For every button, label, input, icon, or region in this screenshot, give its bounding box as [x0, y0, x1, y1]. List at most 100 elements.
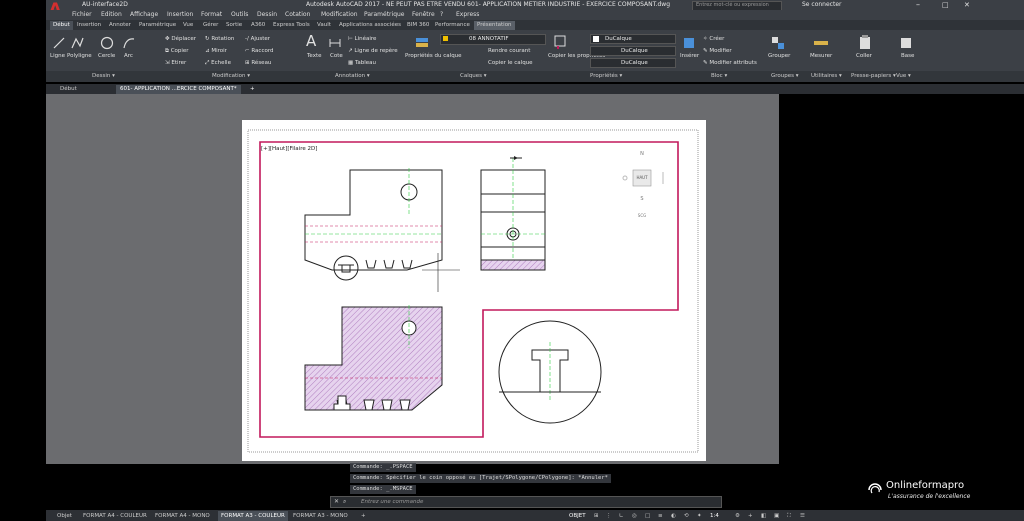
- tab-vault[interactable]: Vault: [314, 21, 334, 30]
- move-button[interactable]: ✥ Déplacer: [165, 36, 196, 42]
- cercle-button[interactable]: Cercle: [98, 53, 115, 59]
- color-dropdown[interactable]: DuCalque: [590, 34, 676, 44]
- menu-item[interactable]: Format: [201, 10, 222, 20]
- minimize-icon[interactable]: –: [916, 0, 920, 10]
- make-current-button[interactable]: Rendre courant: [488, 48, 530, 54]
- layout-tab[interactable]: FORMAT A3 - MONO: [290, 511, 351, 521]
- menu-item[interactable]: Insertion: [167, 10, 193, 20]
- layer-properties-button[interactable]: Propriétés du calque: [405, 53, 462, 59]
- polyline-tool-icon[interactable]: [70, 36, 84, 50]
- fullscreen-icon[interactable]: ⛶: [784, 511, 794, 521]
- paste-button[interactable]: Coller: [856, 53, 872, 59]
- panel-label[interactable]: Vue ▾: [896, 72, 911, 81]
- group-button[interactable]: Grouper: [768, 53, 790, 59]
- arc-button[interactable]: Arc: [124, 53, 133, 59]
- tab-bim360[interactable]: BIM 360: [404, 21, 432, 30]
- menu-item[interactable]: ?: [440, 10, 443, 20]
- panel-label[interactable]: Presse-papiers ▾: [851, 72, 896, 81]
- menu-item[interactable]: Fichier: [72, 10, 92, 20]
- workspace-selector[interactable]: AU-interface2D: [82, 0, 128, 10]
- tab-start[interactable]: Début: [56, 85, 81, 94]
- tab-presentation[interactable]: Présentation: [474, 21, 515, 30]
- tab-drawing[interactable]: 601- APPLICATION ...ERCICE COMPOSANT*: [116, 85, 241, 94]
- dimension-tool-icon[interactable]: [328, 36, 342, 50]
- menu-item[interactable]: Express: [456, 10, 479, 20]
- transparency-icon[interactable]: ◐: [668, 511, 679, 521]
- tab-debut[interactable]: Début: [50, 21, 73, 30]
- circle-tool-icon[interactable]: [100, 36, 114, 50]
- copy-layer-button[interactable]: Copier le calque: [488, 60, 533, 66]
- panel-label[interactable]: Propriétés ▾: [590, 72, 622, 81]
- drawing-canvas[interactable]: N HAUT S SCG: [242, 120, 706, 461]
- trim-button[interactable]: -/ Ajuster: [245, 36, 270, 42]
- tab-a360[interactable]: A360: [248, 21, 268, 30]
- space-toggle[interactable]: OBJET: [566, 511, 589, 521]
- insert-block-icon[interactable]: [682, 36, 696, 50]
- selection-cycling-icon[interactable]: ⟲: [681, 511, 692, 521]
- leader-button[interactable]: ↗ Ligne de repère: [348, 48, 398, 54]
- measure-button[interactable]: Mesurer: [810, 53, 832, 59]
- base-view-icon[interactable]: [899, 36, 913, 50]
- grid-icon[interactable]: ⊞: [591, 511, 602, 521]
- edit-attributes-button[interactable]: ✎ Modifier attributs: [703, 60, 757, 66]
- close-icon[interactable]: ✕: [964, 0, 970, 10]
- panel-label[interactable]: Annotation ▾: [335, 72, 370, 81]
- snap-icon[interactable]: ⋮: [603, 511, 615, 521]
- maximize-icon[interactable]: □: [942, 0, 949, 10]
- panel-label[interactable]: Modification ▾: [212, 72, 250, 81]
- ortho-icon[interactable]: ∟: [616, 511, 627, 521]
- tab-express-tools[interactable]: Express Tools: [270, 21, 313, 30]
- new-tab-button[interactable]: +: [246, 85, 259, 94]
- layout-tab[interactable]: FORMAT A4 - COULEUR: [80, 511, 150, 521]
- lineweight-dropdown[interactable]: DuCalque: [590, 58, 676, 68]
- tab-applications[interactable]: Applications associées: [336, 21, 404, 30]
- tab-parametrique[interactable]: Paramétrique: [136, 21, 179, 30]
- menu-item[interactable]: Fenêtre: [412, 10, 435, 20]
- scale-button[interactable]: ⤢ Echelle: [205, 60, 231, 67]
- menu-item[interactable]: Paramétrique: [364, 10, 405, 20]
- section-view[interactable]: [304, 305, 443, 411]
- tab-insertion[interactable]: Insertion: [74, 21, 104, 30]
- line-tool-icon[interactable]: [52, 36, 66, 50]
- menu-item[interactable]: Modification: [321, 10, 358, 20]
- annotation-scale-icon[interactable]: ✦: [694, 511, 705, 521]
- tab-annoter[interactable]: Annoter: [106, 21, 134, 30]
- linear-dim-button[interactable]: ⊢ Linéaire: [348, 36, 376, 42]
- group-icon[interactable]: [771, 36, 785, 50]
- panel-label[interactable]: Bloc ▾: [711, 72, 727, 81]
- panel-label[interactable]: Groupes ▾: [771, 72, 799, 81]
- menu-item[interactable]: Cotation: [285, 10, 310, 20]
- cote-button[interactable]: Cote: [330, 53, 343, 59]
- settings-gear-icon[interactable]: ⚙: [732, 511, 743, 521]
- side-view[interactable]: [480, 156, 546, 272]
- menu-item[interactable]: Dessin: [257, 10, 277, 20]
- copy-button[interactable]: ⧉ Copier: [165, 48, 189, 55]
- layout-tab[interactable]: FORMAT A4 - MONO: [152, 511, 213, 521]
- polyligne-button[interactable]: Polyligne: [67, 53, 92, 59]
- measure-icon[interactable]: [813, 36, 829, 50]
- new-layout-button[interactable]: +: [358, 511, 369, 521]
- insert-button[interactable]: Insérer: [680, 53, 699, 59]
- viewport-label[interactable]: [+][Haut][Filaire 2D]: [261, 146, 317, 152]
- table-button[interactable]: ▦ Tableau: [348, 60, 376, 66]
- hardware-acceleration-icon[interactable]: ▣: [771, 511, 782, 521]
- menu-item[interactable]: Edition: [101, 10, 122, 20]
- menu-item[interactable]: Outils: [231, 10, 248, 20]
- ligne-button[interactable]: Ligne: [50, 53, 65, 59]
- panel-label[interactable]: Calques ▾: [460, 72, 486, 81]
- linetype-dropdown[interactable]: DuCalque: [590, 46, 676, 56]
- command-search-icon[interactable]: ⌕: [343, 497, 346, 507]
- match-properties-icon[interactable]: [552, 34, 568, 50]
- base-view-button[interactable]: Base: [901, 53, 914, 59]
- sign-in-button[interactable]: Se connecter: [802, 0, 841, 10]
- osnap-icon[interactable]: □: [642, 511, 653, 521]
- customize-menu-icon[interactable]: ☰: [797, 511, 808, 521]
- scale-readout[interactable]: 1:4: [707, 511, 722, 521]
- edit-block-button[interactable]: ✎ Modifier: [703, 48, 732, 54]
- menu-item[interactable]: Affichage: [130, 10, 158, 20]
- layout-tab-active[interactable]: FORMAT A3 - COULEUR: [218, 511, 288, 521]
- tab-vue[interactable]: Vue: [180, 21, 196, 30]
- stretch-button[interactable]: ⇲ Etirer: [165, 60, 186, 66]
- panel-label[interactable]: Utilitaires ▾: [811, 72, 842, 81]
- panel-label[interactable]: Dessin ▾: [92, 72, 115, 81]
